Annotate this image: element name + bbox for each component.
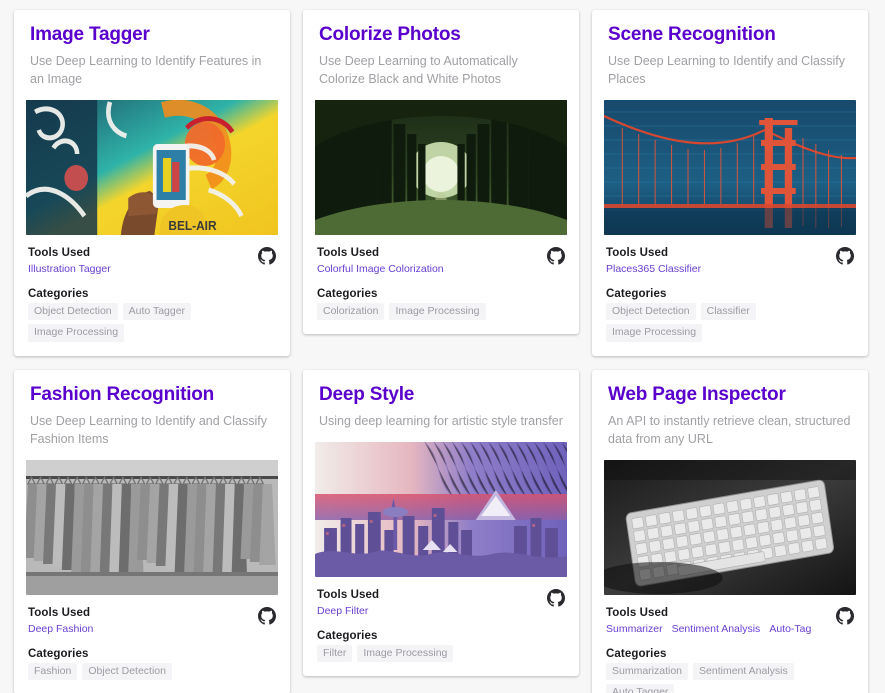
card-header: Colorize Photos Use Deep Learning to Aut… <box>303 10 579 88</box>
card-footer: Tools Used Colorful Image Colorization C… <box>303 235 579 334</box>
tool-link[interactable]: Colorful Image Colorization <box>317 262 444 278</box>
github-icon[interactable] <box>547 588 565 607</box>
categories-label: Categories <box>28 287 89 300</box>
card-description: Use Deep Learning to Identify Features i… <box>30 53 262 86</box>
tool-link[interactable]: Deep Filter <box>317 604 368 620</box>
card-header: Scene Recognition Use Deep Learning to I… <box>592 10 868 88</box>
card-thumbnail <box>604 459 856 595</box>
categories-label: Categories <box>317 287 378 300</box>
category-chip[interactable]: Object Detection <box>606 302 696 321</box>
card-description: Use Deep Learning to Identify and Classi… <box>608 53 845 86</box>
categories-list: Fashion Object Detection <box>28 662 276 681</box>
category-chip[interactable]: Classifier <box>700 302 756 321</box>
tools-used-label: Tools Used <box>28 606 91 619</box>
model-card[interactable]: Deep Style Using deep learning for artis… <box>303 369 579 677</box>
card-description: Use Deep Learning to Identify and Classi… <box>30 413 267 446</box>
model-card[interactable]: Image Tagger Use Deep Learning to Identi… <box>14 10 290 356</box>
categories-list: Object Detection Classifier Image Processi… <box>606 302 854 342</box>
category-chip[interactable]: Image Processing <box>357 644 454 663</box>
category-chip[interactable]: Summarization <box>606 662 689 681</box>
categories-label: Categories <box>317 629 378 642</box>
tools-list: Illustration Tagger <box>28 262 276 278</box>
categories-list: Object Detection Auto Tagger Image Process… <box>28 302 276 342</box>
card-title: Web Page Inspector <box>608 383 786 405</box>
card-footer: Tools Used Summarizer Sentiment Analysis A… <box>592 595 868 693</box>
card-thumbnail <box>315 441 567 577</box>
card-title: Scene Recognition <box>608 24 776 45</box>
card-description: Use Deep Learning to Automatically Color… <box>319 53 518 86</box>
card-thumbnail <box>26 459 278 595</box>
category-chip[interactable]: Auto Tagger <box>122 302 192 321</box>
categories-list: Colorization Image Processing <box>317 302 565 321</box>
tools-used-label: Tools Used <box>606 606 669 619</box>
card-description: Using deep learning for artistic style t… <box>319 413 563 428</box>
category-chip[interactable]: Colorization <box>317 302 385 321</box>
tools-list: Colorful Image Colorization <box>317 262 565 278</box>
card-footer: Tools Used Places365 Classifier Categori… <box>592 235 868 356</box>
categories-list: Summarization Sentiment Analysis Auto Tagg… <box>606 662 854 693</box>
tools-list: Summarizer Sentiment Analysis Auto-Tag <box>606 622 854 638</box>
model-card-grid: Image Tagger Use Deep Learning to Identi… <box>0 0 885 693</box>
tools-used-label: Tools Used <box>606 247 669 260</box>
category-chip[interactable]: Image Processing <box>606 324 703 342</box>
category-chip[interactable]: Sentiment Analysis <box>693 662 794 681</box>
tool-link[interactable]: Places365 Classifier <box>606 262 701 278</box>
category-chip[interactable]: Image Processing <box>28 324 125 342</box>
card-header: Fashion Recognition Use Deep Learning to… <box>14 370 290 448</box>
tool-link[interactable]: Sentiment Analysis <box>672 622 761 638</box>
card-header: Deep Style Using deep learning for artis… <box>303 370 579 430</box>
card-header: Image Tagger Use Deep Learning to Identi… <box>14 10 290 88</box>
tools-used-label: Tools Used <box>28 247 91 260</box>
github-icon[interactable] <box>836 606 854 625</box>
model-card[interactable]: Web Page Inspector An API to instantly r… <box>592 369 868 693</box>
card-title: Image Tagger <box>30 24 150 45</box>
tool-link[interactable]: Illustration Tagger <box>28 262 111 278</box>
github-icon[interactable] <box>547 247 565 265</box>
categories-label: Categories <box>28 647 89 660</box>
category-chip[interactable]: Filter <box>317 644 353 663</box>
tool-link[interactable]: Deep Fashion <box>28 622 93 638</box>
tools-used-label: Tools Used <box>317 588 380 601</box>
card-thumbnail: BEL-AIR <box>26 100 278 236</box>
category-chip[interactable]: Auto Tagger <box>606 684 675 693</box>
github-icon[interactable] <box>258 606 276 625</box>
card-thumbnail <box>315 100 567 236</box>
tools-list: Places365 Classifier <box>606 262 854 278</box>
categories-list: Filter Image Processing <box>317 644 565 663</box>
card-footer: Tools Used Deep Filter Categories Filter… <box>303 577 579 676</box>
model-card[interactable]: Scene Recognition Use Deep Learning to I… <box>592 10 868 356</box>
card-title: Colorize Photos <box>319 24 461 45</box>
category-chip[interactable]: Image Processing <box>389 302 486 321</box>
model-card[interactable]: Colorize Photos Use Deep Learning to Aut… <box>303 10 579 335</box>
tool-link[interactable]: Auto-Tag <box>769 622 811 638</box>
card-title: Fashion Recognition <box>30 383 215 405</box>
card-title: Deep Style <box>319 383 415 405</box>
categories-label: Categories <box>606 647 667 660</box>
card-footer: Tools Used Illustration Tagger Categorie… <box>14 235 290 356</box>
model-card[interactable]: Fashion Recognition Use Deep Learning to… <box>14 369 290 693</box>
tools-used-label: Tools Used <box>317 247 380 260</box>
tools-list: Deep Fashion <box>28 622 276 638</box>
github-icon[interactable] <box>258 247 276 265</box>
tools-list: Deep Filter <box>317 604 565 620</box>
category-chip[interactable]: Object Detection <box>82 662 172 681</box>
tool-link[interactable]: Summarizer <box>606 622 663 638</box>
category-chip[interactable]: Fashion <box>28 662 78 681</box>
card-thumbnail <box>604 100 856 236</box>
github-icon[interactable] <box>836 247 854 265</box>
categories-label: Categories <box>606 287 667 300</box>
category-chip[interactable]: Object Detection <box>28 302 118 321</box>
card-footer: Tools Used Deep Fashion Categories Fashi… <box>14 595 290 693</box>
card-description: An API to instantly retrieve clean, stru… <box>608 413 851 446</box>
card-header: Web Page Inspector An API to instantly r… <box>592 370 868 448</box>
svg-text:BEL-AIR: BEL-AIR <box>168 219 216 234</box>
